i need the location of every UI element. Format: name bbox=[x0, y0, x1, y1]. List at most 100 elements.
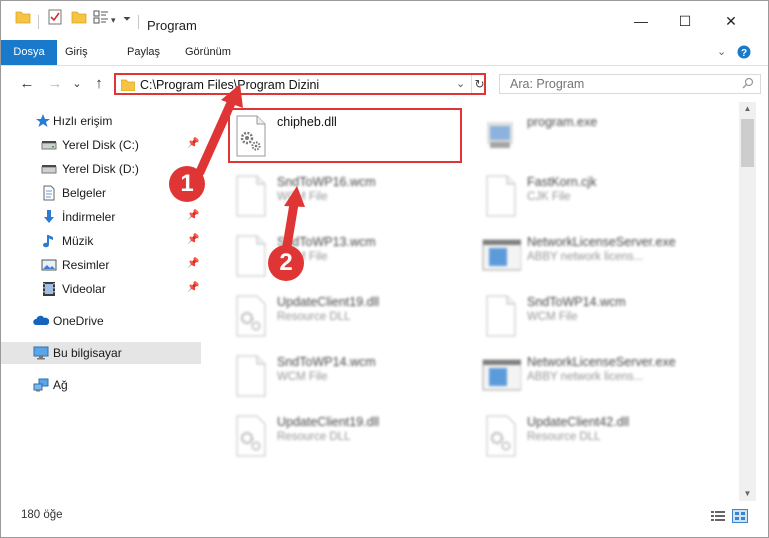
explorer-window: ▾ ⏷ Program — ☐ ✕ Dosya Giriş Paylaş Gör… bbox=[0, 0, 769, 538]
back-button[interactable]: ← bbox=[17, 74, 37, 94]
properties-icon[interactable] bbox=[47, 9, 63, 25]
file-item-program-exe[interactable]: program.exe bbox=[479, 108, 719, 164]
scroll-up-arrow-icon[interactable]: ▲ bbox=[739, 102, 756, 116]
sidebar-item-quick-access[interactable]: Hızlı erişim bbox=[1, 110, 201, 132]
file-type: Resource DLL bbox=[277, 431, 351, 443]
ribbon-tabs: Dosya Giriş Paylaş Görünüm ⌄ ? bbox=[1, 40, 768, 66]
file-item[interactable]: UpdateClient19.dll Resource DLL bbox=[229, 288, 469, 344]
address-bar[interactable]: C:\Program Files\Program Dizini ⌄ ↻ bbox=[114, 73, 486, 95]
help-icon[interactable]: ? bbox=[737, 45, 751, 59]
documents-icon bbox=[43, 185, 55, 201]
file-item[interactable]: NetworkLicenseServer.exe ABBY network li… bbox=[479, 228, 719, 284]
file-item[interactable]: SndToWP13.wcm WCM File bbox=[229, 228, 469, 284]
video-icon bbox=[43, 282, 55, 296]
file-type: Resource DLL bbox=[277, 311, 351, 323]
sidebar-item-label: Hızlı erişim bbox=[53, 114, 113, 128]
sidebar-item-network[interactable]: Ağ bbox=[1, 374, 201, 396]
exe-app-icon bbox=[487, 122, 513, 148]
sidebar-item-label: OneDrive bbox=[53, 314, 104, 328]
file-item[interactable]: SndToWP14.wcm WCM File bbox=[229, 348, 469, 404]
blank-file-icon bbox=[486, 175, 516, 217]
file-name: UpdateClient19.dll bbox=[277, 415, 380, 429]
vertical-scrollbar[interactable]: ▲ ▼ bbox=[739, 102, 756, 501]
dll-gear-icon bbox=[236, 415, 266, 457]
svg-text:?: ? bbox=[741, 48, 747, 59]
customize-toolbar-icon[interactable]: ⏷ bbox=[123, 14, 131, 25]
status-bar: 180 öğe bbox=[1, 501, 768, 537]
sidebar-item-label: Müzik bbox=[62, 234, 94, 248]
scroll-down-arrow-icon[interactable]: ▼ bbox=[739, 487, 756, 501]
large-icons-view-icon[interactable] bbox=[732, 509, 748, 523]
search-box[interactable] bbox=[499, 74, 761, 94]
up-button[interactable]: ↑ bbox=[89, 74, 109, 94]
step-2-callout: 2 bbox=[268, 245, 304, 281]
folder-icon bbox=[121, 79, 135, 91]
file-highlight-box bbox=[228, 108, 462, 163]
sidebar-item-label: Belgeler bbox=[62, 186, 107, 200]
close-button[interactable]: ✕ bbox=[719, 11, 743, 31]
pictures-icon bbox=[41, 259, 57, 271]
divider bbox=[138, 15, 139, 29]
sidebar-item-label: Ağ bbox=[53, 378, 68, 392]
search-icon[interactable] bbox=[742, 77, 754, 89]
recent-locations-button[interactable]: ⌄ bbox=[67, 74, 87, 94]
details-view-icon[interactable] bbox=[710, 509, 726, 523]
new-folder-icon[interactable] bbox=[71, 9, 87, 25]
pin-icon: 📌 bbox=[187, 234, 200, 245]
pin-icon: 📌 bbox=[187, 138, 200, 149]
scroll-thumb[interactable] bbox=[741, 119, 754, 167]
item-count: 180 öğe bbox=[21, 509, 63, 521]
file-name: SndToWP14.wcm bbox=[277, 355, 376, 369]
window-title: Program bbox=[147, 18, 197, 33]
file-name: NetworkLicenseServer.exe bbox=[527, 355, 676, 369]
file-item[interactable]: FastKorn.cjk CJK File bbox=[479, 168, 719, 224]
forward-button[interactable]: → bbox=[45, 74, 65, 94]
tab-dosya[interactable]: Dosya bbox=[1, 40, 57, 65]
file-item[interactable]: UpdateClient19.dll Resource DLL bbox=[229, 408, 469, 464]
sidebar-item-onedrive[interactable]: OneDrive bbox=[1, 310, 201, 332]
navigation-bar: ← → ⌄ ↑ C:\Program Files\Program Dizini … bbox=[1, 66, 768, 102]
file-item[interactable]: SndToWP16.wcm WCM File bbox=[229, 168, 469, 224]
dll-gear-icon bbox=[236, 295, 266, 337]
file-type: ABBY network licens... bbox=[527, 371, 644, 383]
file-type: ABBY network licens... bbox=[527, 251, 644, 263]
navigation-pane: Hızlı erişim Yerel Disk (C:) 📌 Yerel Dis… bbox=[1, 102, 203, 501]
pin-icon: 📌 bbox=[187, 210, 200, 221]
file-name: SndToWP14.wcm bbox=[527, 295, 626, 309]
maximize-button[interactable]: ☐ bbox=[673, 11, 697, 31]
music-icon bbox=[43, 235, 53, 248]
window-app-icon bbox=[482, 359, 521, 391]
sidebar-item-this-pc[interactable]: Bu bilgisayar bbox=[1, 342, 201, 364]
refresh-button[interactable]: ↻ bbox=[471, 75, 487, 93]
sidebar-item-music[interactable]: Müzik 📌 bbox=[1, 230, 201, 252]
file-item[interactable]: UpdateClient42.dll Resource DLL bbox=[479, 408, 719, 464]
minimize-button[interactable]: — bbox=[629, 11, 653, 31]
window-app-icon bbox=[482, 239, 521, 271]
tab-giris[interactable]: Giriş bbox=[65, 40, 88, 65]
tab-paylas[interactable]: Paylaş bbox=[127, 40, 160, 65]
sidebar-item-disk-c[interactable]: Yerel Disk (C:) 📌 bbox=[1, 134, 201, 156]
view-options-icon[interactable] bbox=[93, 9, 109, 25]
file-type: WCM File bbox=[277, 191, 328, 203]
file-type: Resource DLL bbox=[527, 431, 601, 443]
file-type: WCM File bbox=[277, 371, 328, 383]
sidebar-item-label: Yerel Disk (D:) bbox=[62, 162, 139, 176]
sidebar-item-label: Videolar bbox=[62, 282, 106, 296]
pin-icon: 📌 bbox=[187, 282, 200, 293]
cloud-icon bbox=[33, 315, 49, 325]
dropdown-arrow-icon[interactable]: ▾ bbox=[111, 15, 116, 26]
sidebar-item-downloads[interactable]: İndirmeler 📌 bbox=[1, 206, 201, 228]
chevron-down-icon[interactable]: ⌄ bbox=[717, 45, 726, 58]
sidebar-item-label: İndirmeler bbox=[62, 210, 116, 224]
chevron-down-icon[interactable]: ⌄ bbox=[456, 77, 465, 90]
star-icon bbox=[36, 114, 50, 127]
folder-icon bbox=[15, 11, 31, 24]
tab-gorunum[interactable]: Görünüm bbox=[185, 40, 231, 65]
search-input[interactable] bbox=[508, 76, 732, 92]
sidebar-item-videos[interactable]: Videolar 📌 bbox=[1, 278, 201, 300]
file-item[interactable]: SndToWP14.wcm WCM File bbox=[479, 288, 719, 344]
sidebar-item-pictures[interactable]: Resimler 📌 bbox=[1, 254, 201, 276]
pin-icon: 📌 bbox=[187, 258, 200, 269]
file-type: WCM File bbox=[527, 311, 578, 323]
file-item[interactable]: NetworkLicenseServer.exe ABBY network li… bbox=[479, 348, 719, 404]
